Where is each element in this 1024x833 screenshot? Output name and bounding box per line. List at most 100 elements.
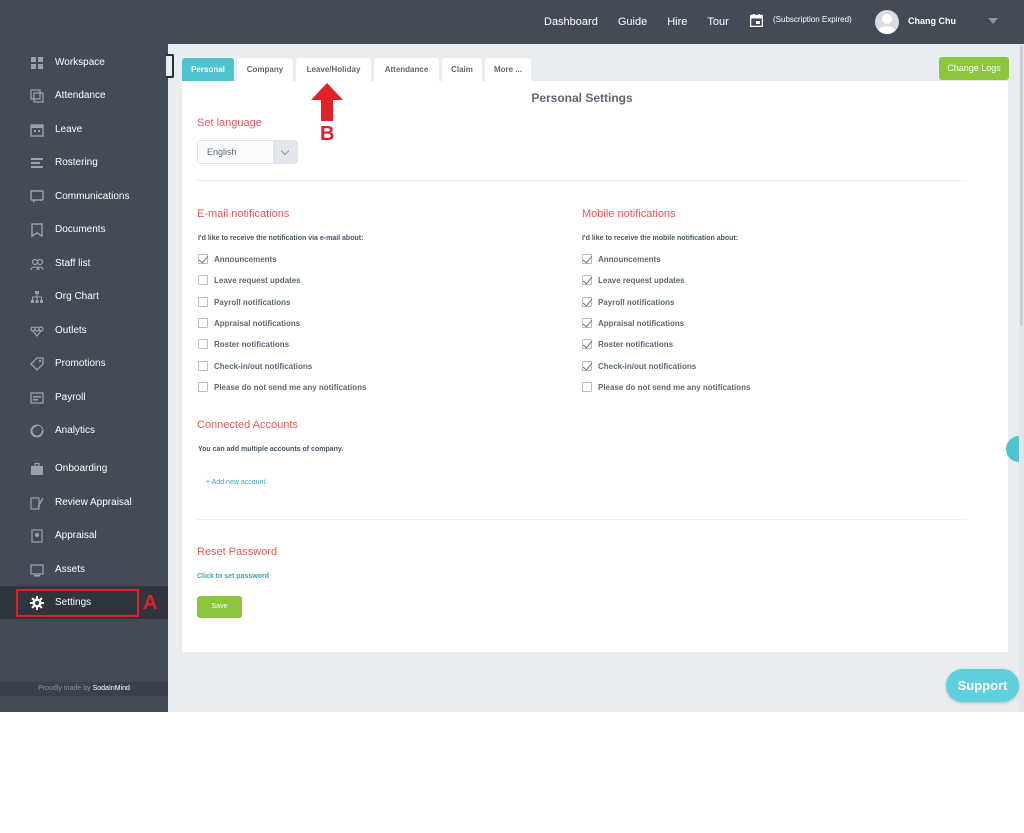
chevron-down-icon[interactable] [273,141,297,163]
sidebar-item-label: Leave [55,124,83,135]
add-account-link[interactable]: + Add new account [206,479,265,486]
change-logs-button[interactable]: Change Logs [939,57,1009,80]
analytics-icon [30,424,44,437]
sidebar-item-review-appraisal[interactable]: Review Appraisal [0,486,168,519]
set-password-link[interactable]: Click to set password [197,573,269,580]
checkbox[interactable] [582,254,592,264]
option-label: Roster notifications [598,339,674,349]
checkbox[interactable] [582,382,592,392]
sidebar-item-label: Promotions [55,358,106,369]
tab-claim[interactable]: Claim [442,58,482,81]
checkbox[interactable] [198,361,208,371]
mobile-option-checkin[interactable]: Check-in/out notifications [582,359,696,373]
checkbox[interactable] [582,297,592,307]
nav-guide[interactable]: Guide [618,16,647,28]
option-label: Please do not send me any notifications [598,382,751,392]
chevron-down-icon[interactable] [988,18,998,24]
nav-hire[interactable]: Hire [667,16,687,28]
top-bar: Dashboard Guide Hire Tour (Subscription … [0,0,1024,44]
scrollbar[interactable] [1019,44,1024,712]
annotation-box-a [16,589,139,617]
option-label: Check-in/out notifications [214,361,313,371]
sidebar-item-label: Communications [55,191,130,202]
chat-icon [30,189,44,203]
checkbox[interactable] [198,254,208,264]
email-option-checkin[interactable]: Check-in/out notifications [198,359,312,373]
support-button[interactable]: Support [946,669,1019,702]
option-label: Appraisal notifications [598,318,685,328]
sidebar-item-org-chart[interactable]: Org Chart [0,280,168,313]
scrollbar-thumb[interactable] [1020,46,1023,326]
tab-more[interactable]: More ... [485,58,531,81]
email-option-announcements[interactable]: Announcements [198,252,277,266]
option-label: Please do not send me any notifications [214,382,367,392]
sidebar-item-label: Outlets [55,325,87,336]
option-label: Payroll notifications [598,297,675,307]
avatar[interactable] [875,10,899,34]
mobile-option-appraisal[interactable]: Appraisal notifications [582,316,684,330]
page-title: Personal Settings [531,91,633,105]
mobile-option-leave[interactable]: Leave request updates [582,273,685,287]
sidebar-item-workspace[interactable]: Workspace [0,46,168,79]
sidebar-item-rostering[interactable]: Rostering [0,146,168,179]
checkbox[interactable] [582,339,592,349]
sidebar-item-communications[interactable]: Communications [0,180,168,213]
option-label: Payroll notifications [214,297,291,307]
sidebar-item-label: Review Appraisal [55,497,132,508]
divider [197,519,967,520]
mobile-option-roster[interactable]: Roster notifications [582,337,673,351]
tab-personal[interactable]: Personal [182,58,234,81]
sidebar-item-label: Assets [55,564,86,575]
sidebar-item-staff-list[interactable]: Staff list [0,247,168,280]
sidebar-item-label: Payroll [55,392,86,403]
email-option-none[interactable]: Please do not send me any notifications [198,380,366,394]
checkbox[interactable] [198,339,208,349]
side-panel-toggle[interactable] [1006,436,1020,462]
sidebar-item-onboarding[interactable]: Onboarding [0,452,168,485]
sidebar-item-label: Analytics [55,425,96,436]
sidebar-item-outlets[interactable]: Outlets [0,314,168,347]
checkbox[interactable] [198,318,208,328]
sidebar-item-assets[interactable]: Assets [0,553,168,586]
sidebar-item-payroll[interactable]: Payroll [0,381,168,414]
mobile-option-none[interactable]: Please do not send me any notifications [582,380,750,394]
user-name[interactable]: Chang Chu [908,16,956,26]
footer-brand[interactable]: SodaInMind [93,685,130,692]
people-icon [30,258,44,270]
option-label: Check-in/out notifications [598,361,697,371]
calendar-icon[interactable] [750,14,763,27]
mobile-option-announcements[interactable]: Announcements [582,252,661,266]
sidebar-footer: Proudly made by SodaInMind [0,682,168,696]
checkbox[interactable] [198,382,208,392]
sidebar-item-documents[interactable]: Documents [0,213,168,246]
sidebar-item-analytics[interactable]: Analytics [0,414,168,447]
option-label: Leave request updates [214,275,301,285]
option-label: Announcements [214,254,277,264]
payroll-icon [30,391,44,404]
sidebar-item-appraisal[interactable]: Appraisal [0,519,168,552]
checkbox[interactable] [198,275,208,285]
tab-company[interactable]: Company [237,58,293,81]
sidebar-item-label: Org Chart [55,291,99,302]
email-option-roster[interactable]: Roster notifications [198,337,289,351]
reset-section-title: Reset Password [197,546,278,558]
checkbox[interactable] [582,275,592,285]
checkbox[interactable] [582,318,592,328]
tab-leave-holiday[interactable]: Leave/Holiday [296,58,371,81]
sidebar-item-leave[interactable]: Leave [0,113,168,146]
email-option-payroll[interactable]: Payroll notifications [198,295,290,309]
email-option-leave[interactable]: Leave request updates [198,273,301,287]
mobile-option-payroll[interactable]: Payroll notifications [582,295,674,309]
email-option-appraisal[interactable]: Appraisal notifications [198,316,300,330]
language-select[interactable]: English [197,140,298,164]
sidebar-item-attendance[interactable]: Attendance [0,79,168,112]
nav-tour[interactable]: Tour [707,16,728,28]
sidebar-toggle-handle[interactable] [166,54,174,78]
sidebar-item-label: Workspace [55,57,105,68]
sidebar-item-promotions[interactable]: Promotions [0,347,168,380]
nav-dashboard[interactable]: Dashboard [544,16,598,28]
checkbox[interactable] [198,297,208,307]
save-button[interactable]: Save [197,596,242,618]
checkbox[interactable] [582,361,592,371]
tab-attendance[interactable]: Attendance [374,58,439,81]
